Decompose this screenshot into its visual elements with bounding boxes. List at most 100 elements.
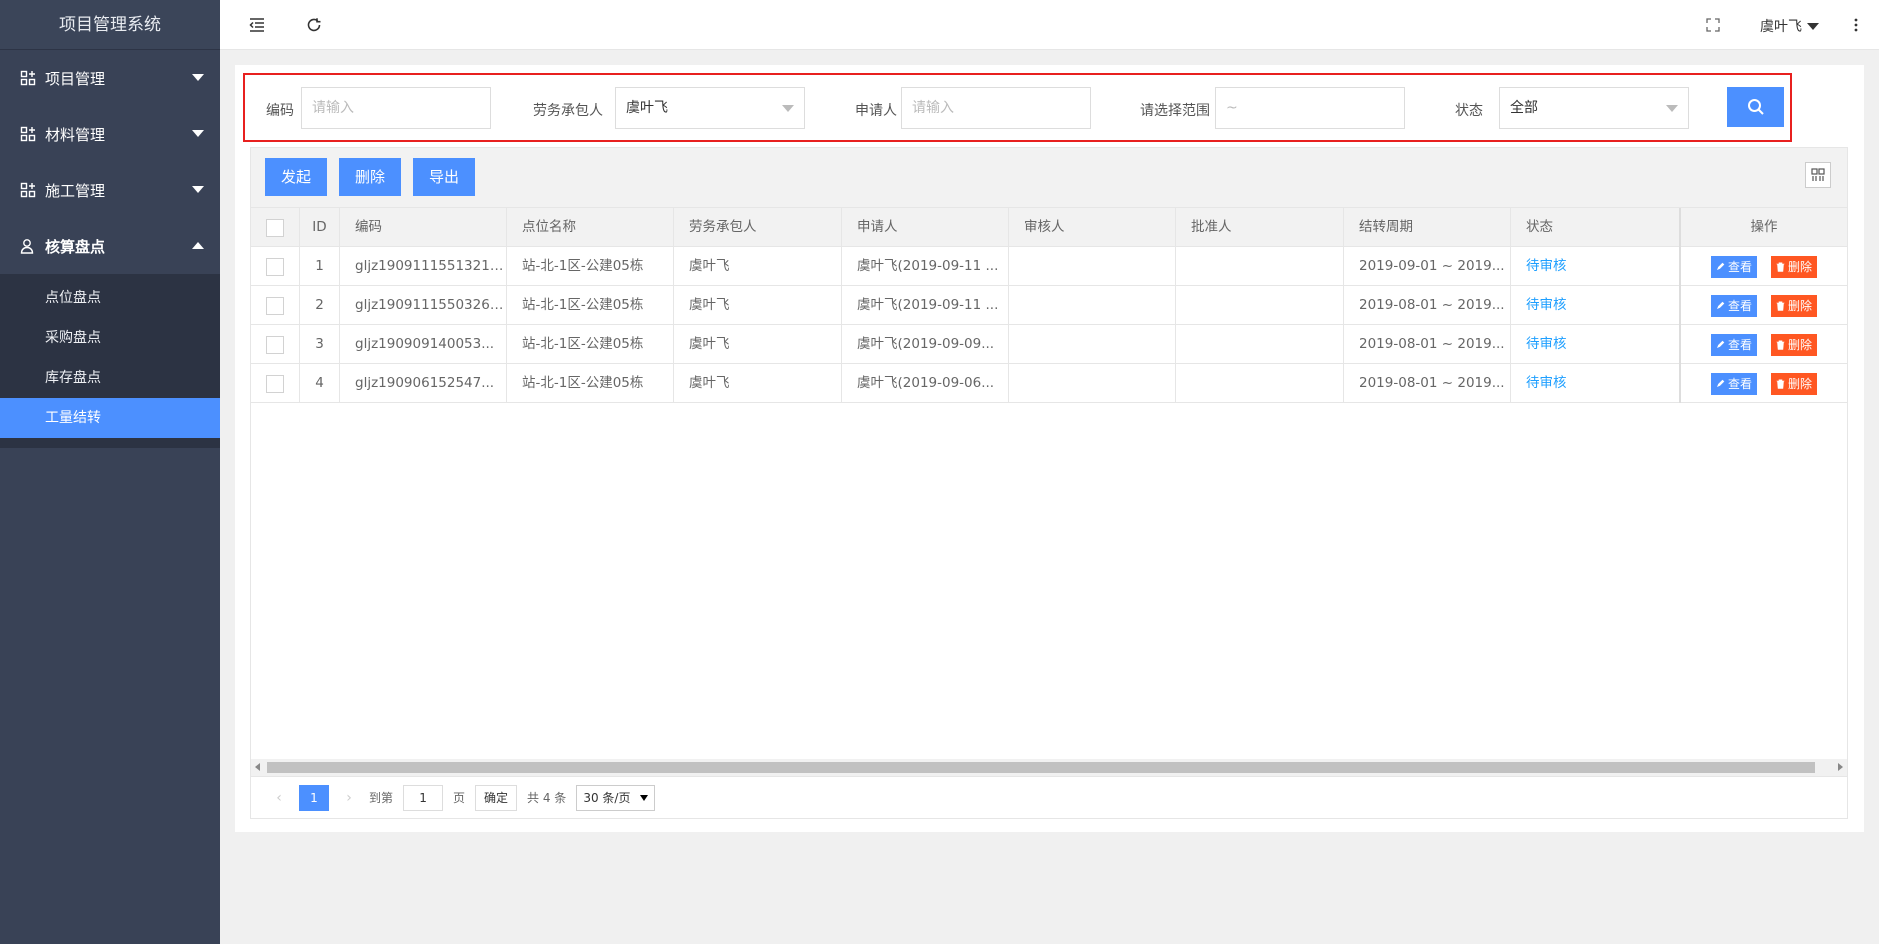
status-select[interactable]: 全部 [1499,87,1689,129]
caret-down-icon [640,794,649,801]
delete-button[interactable]: 删除 [1771,255,1818,278]
view-button[interactable]: 查看 [1710,333,1757,356]
search-button[interactable] [1727,87,1784,127]
labor-select[interactable]: 虞叶飞 [615,87,805,129]
labor-label: 劳务承包人 [533,103,603,119]
cell-code: gljz190911155032630 [340,286,507,325]
select-all-checkbox[interactable] [266,218,284,237]
code-input[interactable]: 请输入 [301,87,491,129]
table-row[interactable]: 4 gljz190906152547... 站-北-1区-公建05栋 虞叶飞 虞叶飞(2… [251,364,1847,403]
page-unit: 页 [453,791,466,805]
view-button[interactable]: 查看 [1710,294,1757,317]
delete-button[interactable]: 删除 [1771,294,1818,317]
sidebar-item-point-inventory[interactable]: 点位盘点 [0,278,220,318]
col-approver: 批准人 [1176,208,1344,247]
goto-confirm-button[interactable]: 确定 [475,784,518,811]
scroll-left-icon[interactable] [255,763,260,771]
submenu-spacer [0,438,220,448]
sidebar-item-stock-inventory[interactable]: 库存盘点 [0,358,220,398]
chevron-up-icon [192,242,204,249]
menu-accounting[interactable]: 核算盘点 [0,218,220,274]
grid-icon [20,126,36,142]
next-page-icon[interactable]: › [335,785,363,811]
table-row[interactable]: 2 gljz190911155032630 站-北-1区-公建05栋 虞叶飞 虞叶飞(2… [251,286,1847,325]
cell-period: 2019-09-01 ~ 2019... [1344,247,1511,286]
refresh-icon[interactable] [303,14,325,36]
fullscreen-icon[interactable] [1702,14,1724,36]
pagination: ‹ 1 › 到第 1 页 确定 共 4 条 30 条/页 [251,776,1847,818]
menu-construction[interactable]: 施工管理 [0,162,220,218]
collapse-menu-icon[interactable] [246,14,268,36]
row-checkbox[interactable] [266,374,284,393]
page-size-select[interactable]: 30 条/页 [576,784,656,811]
menu-label: 核算盘点 [45,237,106,256]
sidebar-item-purchase-inventory[interactable]: 采购盘点 [0,318,220,358]
menu-material[interactable]: 材料管理 [0,106,220,162]
delete-button[interactable]: 删除 [1771,333,1818,356]
col-labor: 劳务承包人 [674,208,842,247]
cell-id: 4 [300,364,340,403]
caret-down-icon [1807,22,1819,30]
user-icon [20,238,36,254]
cell-site: 站-北-1区-公建05栋 [507,364,674,403]
sidebar: 项目管理系统 项目管理 材料管理 施工管理 核算盘点 点位盘点 采购盘点 库存盘… [0,0,220,944]
page-number-current[interactable]: 1 [299,784,329,811]
trash-icon [1776,379,1785,389]
cell-id: 2 [300,286,340,325]
cell-status-link[interactable]: 待审核 [1511,325,1679,364]
row-checkbox[interactable] [266,335,284,354]
table-body: 1 gljz190911155132185 站-北-1区-公建05栋 虞叶飞 虞叶飞(2… [251,247,1847,403]
cell-applicant: 虞叶飞(2019-09-11 ... [842,247,1009,286]
delete-label: 删除 [1788,337,1813,352]
horizontal-scrollbar[interactable] [251,759,1847,776]
row-checkbox[interactable] [266,257,284,276]
more-vertical-icon[interactable] [1845,14,1867,36]
code-label: 编码 [266,103,294,119]
delete-label: 删除 [1788,259,1813,274]
chevron-down-icon [192,130,204,137]
export-button[interactable]: 导出 [413,158,476,196]
page-size-value: 30 条/页 [583,790,631,805]
goto-page-input[interactable]: 1 [403,784,444,811]
trash-icon [1776,340,1785,350]
user-menu[interactable]: 虞叶飞 [1760,16,1819,36]
cell-applicant: 虞叶飞(2019-09-11 ... [842,286,1009,325]
delete-button[interactable]: 删除 [1771,372,1818,395]
prev-page-icon[interactable]: ‹ [265,785,293,811]
col-site: 点位名称 [507,208,674,247]
cell-approver [1176,247,1344,286]
grid-icon [20,70,36,86]
delete-label: 删除 [1788,298,1813,313]
cell-status-link[interactable]: 待审核 [1511,364,1679,403]
app-title: 项目管理系统 [0,0,220,50]
menu-project[interactable]: 项目管理 [0,50,220,106]
column-filter-icon[interactable] [1805,162,1831,188]
view-button[interactable]: 查看 [1710,255,1757,278]
row-checkbox[interactable] [266,296,284,315]
table-row[interactable]: 3 gljz190909140053... 站-北-1区-公建05栋 虞叶飞 虞叶飞(2… [251,325,1847,364]
date-range-input[interactable]: ~ [1215,87,1405,129]
start-button[interactable]: 发起 [265,158,328,196]
sidebar-item-work-transfer[interactable]: 工量结转 [0,398,220,438]
cell-approver [1176,286,1344,325]
scroll-right-icon[interactable] [1838,763,1843,771]
batch-delete-button[interactable]: 删除 [339,158,402,196]
col-reviewer: 审核人 [1009,208,1176,247]
view-button[interactable]: 查看 [1710,372,1757,395]
cell-labor: 虞叶飞 [674,286,842,325]
col-id: ID [300,208,340,247]
cell-status-link[interactable]: 待审核 [1511,247,1679,286]
table-row[interactable]: 1 gljz190911155132185 站-北-1区-公建05栋 虞叶飞 虞叶飞(2… [251,247,1847,286]
cell-approver [1176,325,1344,364]
cell-status-link[interactable]: 待审核 [1511,286,1679,325]
menu-label: 施工管理 [45,181,106,200]
status-select-value: 全部 [1510,100,1538,116]
scroll-thumb[interactable] [267,762,1815,773]
cell-ops: 查看 删除 [1679,247,1847,286]
grid-icon [20,182,36,198]
applicant-input[interactable]: 请输入 [901,87,1091,129]
cell-applicant: 虞叶飞(2019-09-06... [842,364,1009,403]
edit-icon [1716,301,1725,309]
trash-icon [1776,262,1785,272]
goto-label: 到第 [369,791,394,805]
